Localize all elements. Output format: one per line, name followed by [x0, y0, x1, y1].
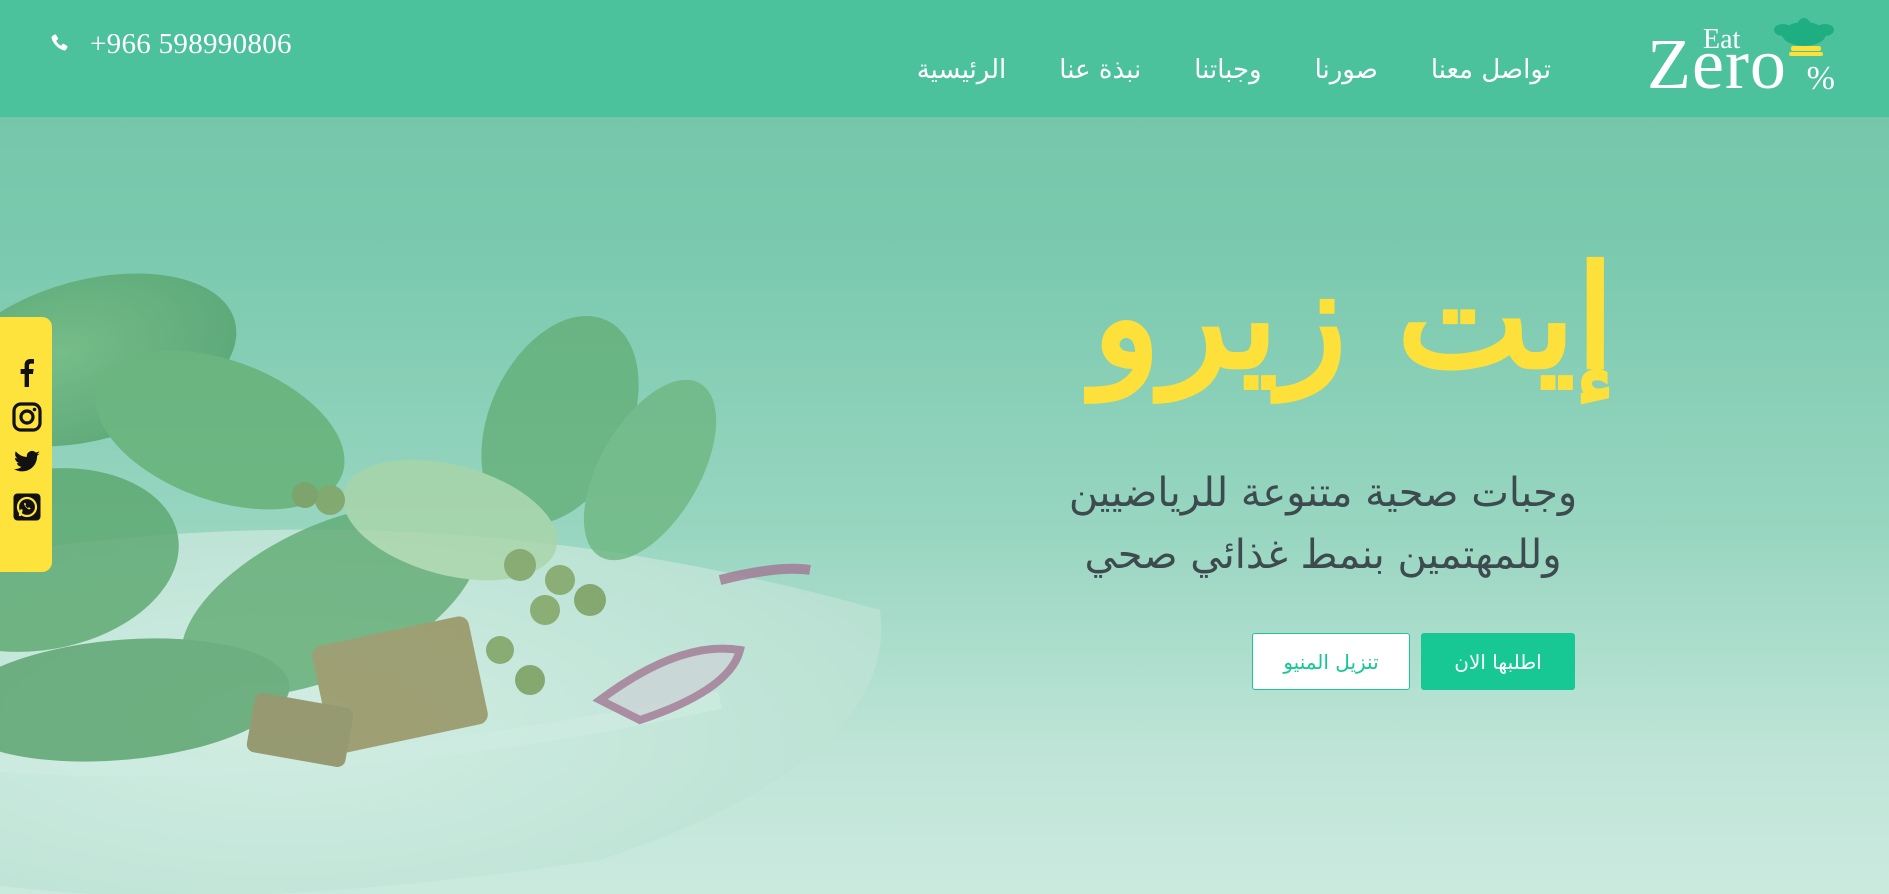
muscle-mascot-icon [1774, 18, 1834, 56]
hero-subtitle-line-2: وللمهتمين بنمط غذائي صحي [1084, 532, 1562, 578]
instagram-icon[interactable] [12, 402, 42, 432]
nav-item-gallery[interactable]: صورنا [1315, 55, 1378, 85]
hero-title: إيت زيرو [1092, 235, 1615, 401]
main-nav: الرئيسية نبذة عنا وجباتنا صورنا تواصل مع… [917, 48, 1551, 92]
whatsapp-icon[interactable] [12, 492, 42, 522]
logo-percent-text: % [1806, 60, 1835, 97]
phone-icon [51, 34, 68, 51]
phone-number: +966 598990806 [90, 27, 292, 60]
facebook-icon[interactable] [12, 357, 42, 387]
nav-item-contact[interactable]: تواصل معنا [1431, 55, 1551, 85]
salad-bowl-image [0, 0, 1889, 894]
site-logo[interactable]: Eat Zero % [1647, 16, 1837, 102]
page: +966 598990806 الرئيسية نبذة عنا وجباتنا… [0, 0, 1889, 894]
hero-subtitle-line-1: وجبات صحية متنوعة للرياضيين [1068, 470, 1578, 516]
site-header: +966 598990806 الرئيسية نبذة عنا وجباتنا… [0, 0, 1889, 117]
phone-contact[interactable]: +966 598990806 [48, 26, 292, 62]
nav-item-meals[interactable]: وجباتنا [1194, 55, 1261, 85]
download-menu-button[interactable]: تنزيل المنيو [1252, 633, 1410, 690]
nav-item-about[interactable]: نبذة عنا [1059, 55, 1141, 85]
twitter-icon[interactable] [12, 447, 42, 477]
social-bar [0, 317, 52, 572]
logo-zero-text: Zero [1647, 24, 1787, 104]
order-now-button[interactable]: اطلبها الان [1421, 633, 1575, 690]
hero-subtitle: وجبات صحية متنوعة للرياضيين وللمهتمين بن… [1043, 462, 1603, 586]
nav-item-home[interactable]: الرئيسية [917, 55, 1007, 85]
